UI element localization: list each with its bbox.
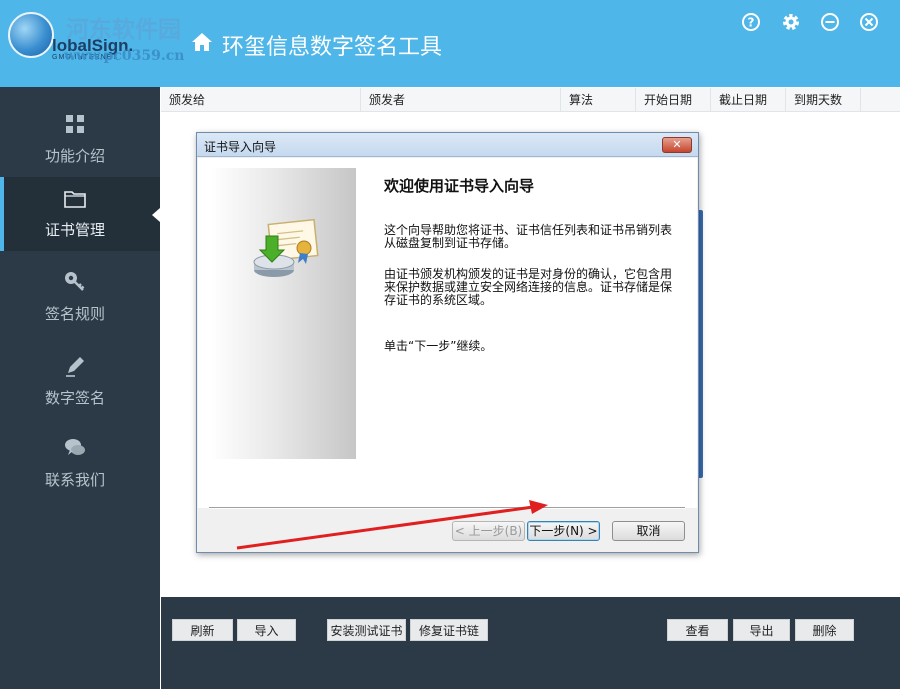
cert-import-wizard-dialog: 证书导入向导 ✕ 欢迎使用证书导入向导 这个向导帮助您将证书、证书信任列表和证书… — [196, 132, 699, 553]
gear-icon[interactable] — [781, 12, 801, 32]
dialog-title: 证书导入向导 — [204, 140, 277, 154]
column-issuer[interactable]: 颁发者 — [361, 88, 561, 112]
bottom-toolbar — [161, 597, 900, 689]
dialog-body: 欢迎使用证书导入向导 这个向导帮助您将证书、证书信任列表和证书吊销列表从磁盘复制… — [198, 158, 697, 552]
sidebar-item-label: 功能介绍 — [44, 147, 105, 165]
logo-emblem — [8, 12, 54, 58]
next-button[interactable]: 下一步(N) > — [527, 521, 600, 541]
sidebar: 功能介绍 证书管理 签名规则 数字签名 联系我们 — [0, 87, 160, 689]
delete-button[interactable]: 删除 — [795, 619, 854, 641]
sidebar-item-sign-rules[interactable]: 签名规则 — [0, 261, 160, 335]
app-title: 环玺信息数字签名工具 — [222, 35, 443, 60]
wizard-paragraph-continue: 单击“下一步”继续。 — [384, 339, 493, 353]
chat-icon — [65, 439, 85, 455]
sidebar-item-label: 联系我们 — [44, 471, 105, 489]
key-icon — [65, 272, 85, 291]
folder-icon — [64, 191, 86, 208]
dialog-close-button[interactable]: ✕ — [662, 137, 692, 153]
close-icon[interactable] — [859, 12, 879, 32]
sidebar-item-label: 证书管理 — [44, 221, 105, 239]
refresh-button[interactable]: 刷新 — [172, 619, 233, 641]
cert-table-header: 颁发给 颁发者 算法 开始日期 截止日期 到期天数 — [161, 88, 900, 112]
certificate-import-icon — [253, 218, 319, 277]
back-button[interactable]: < 上一步(B) — [452, 521, 525, 541]
wizard-separator — [209, 507, 685, 509]
repair-cert-chain-button[interactable]: 修复证书链 — [410, 619, 488, 641]
wizard-heading: 欢迎使用证书导入向导 — [384, 177, 535, 195]
active-arrow-icon — [152, 208, 160, 222]
column-days-left[interactable]: 到期天数 — [786, 88, 861, 112]
sidebar-item-label: 数字签名 — [44, 389, 105, 407]
pen-icon — [66, 357, 84, 377]
app-header: lobalSign. GMO INTERNET 河东软件园 www.pc0359… — [0, 0, 900, 87]
column-algorithm[interactable]: 算法 — [561, 88, 636, 112]
sidebar-item-digital-sign[interactable]: 数字签名 — [0, 345, 160, 419]
wizard-paragraph-intro: 这个向导帮助您将证书、证书信任列表和证书吊销列表从磁盘复制到证书存储。 — [384, 223, 673, 250]
sidebar-item-features[interactable]: 功能介绍 — [0, 103, 160, 177]
minimize-icon[interactable] — [820, 12, 840, 32]
sidebar-item-contact[interactable]: 联系我们 — [0, 427, 160, 501]
import-button[interactable]: 导入 — [237, 619, 296, 641]
grid-icon — [66, 115, 84, 133]
cancel-button[interactable]: 取消 — [612, 521, 685, 541]
view-button[interactable]: 查看 — [667, 619, 728, 641]
column-issued-to[interactable]: 颁发给 — [161, 88, 361, 112]
help-icon[interactable]: ? — [741, 12, 761, 32]
column-start-date[interactable]: 开始日期 — [636, 88, 711, 112]
watermark-url: www.pc0359.cn — [64, 48, 185, 64]
dialog-titlebar[interactable]: 证书导入向导 ✕ — [197, 133, 698, 157]
svg-text:?: ? — [748, 16, 755, 30]
home-icon[interactable] — [191, 32, 213, 52]
sidebar-item-cert-management[interactable]: 证书管理 — [0, 177, 160, 251]
export-button[interactable]: 导出 — [733, 619, 790, 641]
sidebar-item-label: 签名规则 — [44, 305, 105, 323]
wizard-side-banner — [210, 168, 356, 459]
column-end-date[interactable]: 截止日期 — [711, 88, 786, 112]
wizard-paragraph-info: 由证书颁发机构颁发的证书是对身份的确认，它包含用来保护数据或建立安全网络连接的信… — [384, 267, 673, 307]
install-test-cert-button[interactable]: 安装测试证书 — [327, 619, 406, 641]
watermark-title: 河东软件园 — [66, 16, 181, 43]
